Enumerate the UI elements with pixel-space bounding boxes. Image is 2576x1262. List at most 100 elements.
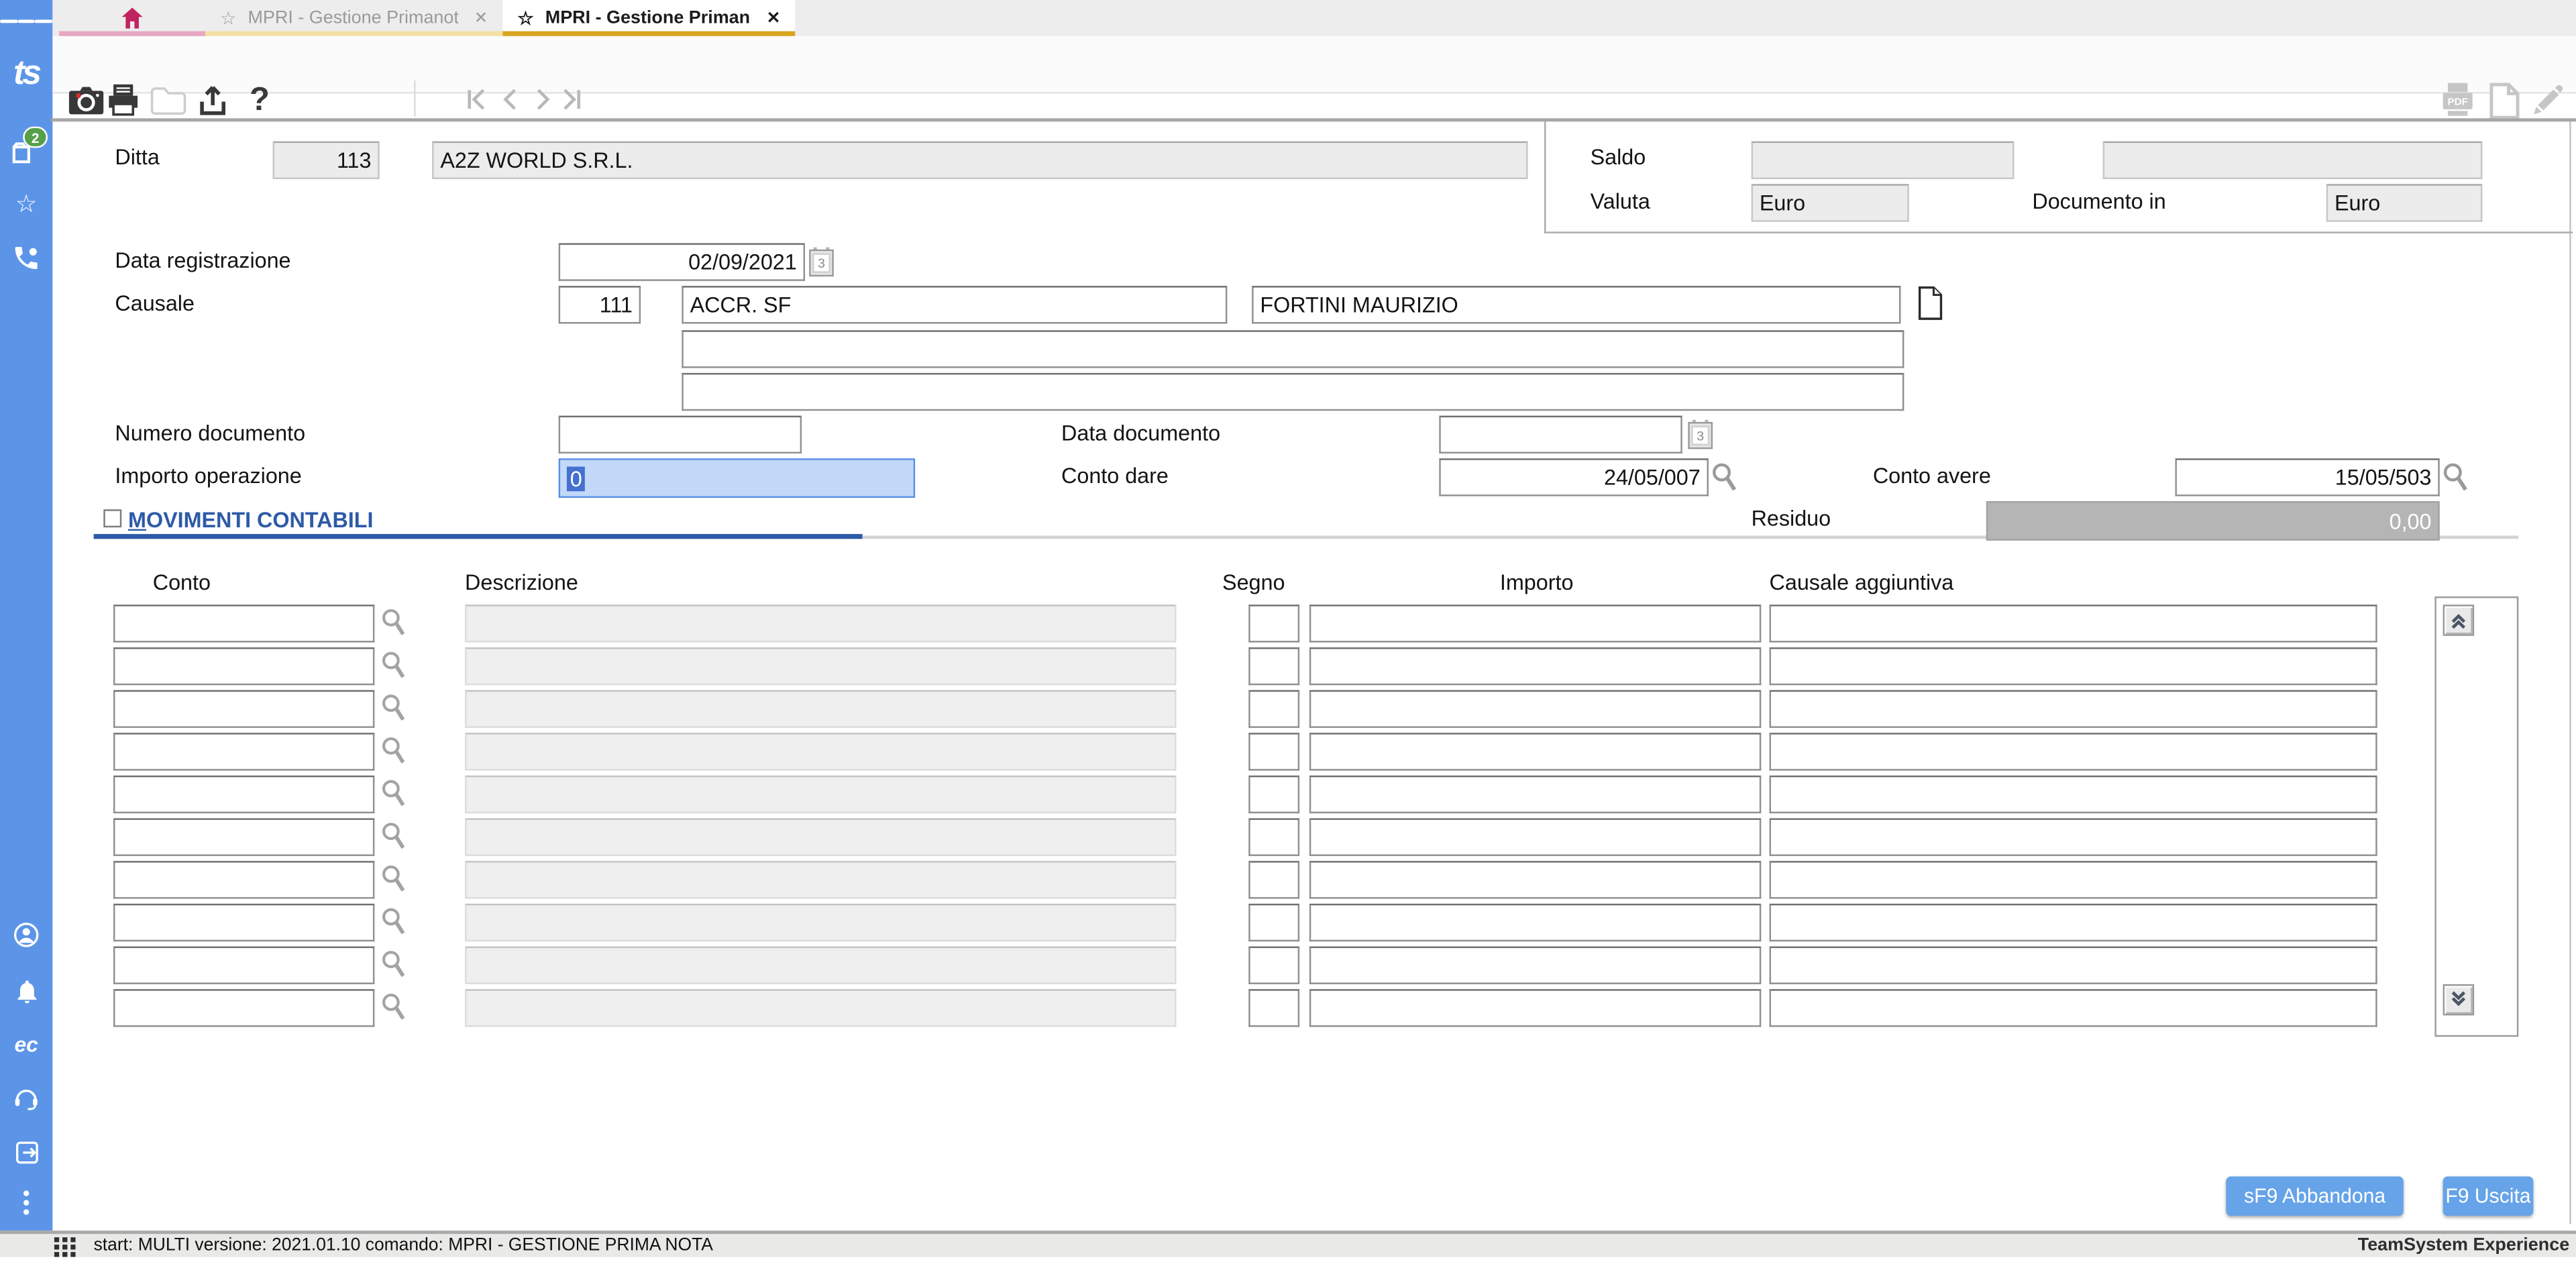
- conto-search-button[interactable]: [380, 950, 408, 990]
- conto-avere-field[interactable]: 15/05/503: [2175, 458, 2439, 496]
- importo-cell-field[interactable]: [1309, 989, 1761, 1027]
- conto-dare-search-button[interactable]: [1710, 462, 1738, 503]
- importo-cell-field[interactable]: [1309, 861, 1761, 898]
- importo-cell-field[interactable]: [1309, 947, 1761, 984]
- causale-aggiuntiva-cell-field[interactable]: [1770, 819, 2377, 856]
- sidebar-item-logout[interactable]: [0, 1137, 52, 1167]
- conto-cell-field[interactable]: [113, 733, 374, 770]
- causale-aggiuntiva-cell-field[interactable]: [1770, 733, 2377, 770]
- importo-cell-field[interactable]: [1309, 690, 1761, 728]
- scroll-up-button[interactable]: [2443, 604, 2475, 636]
- conto-dare-field[interactable]: 24/05/007: [1439, 458, 1709, 496]
- conto-search-button[interactable]: [380, 608, 408, 647]
- nav-next-button[interactable]: [527, 84, 557, 113]
- help-button[interactable]: ?: [240, 81, 280, 120]
- data-registrazione-calendar-button[interactable]: 3: [808, 246, 835, 286]
- sidebar-item-support[interactable]: [0, 1083, 52, 1112]
- causale-aggiuntiva-cell-field[interactable]: [1770, 989, 2377, 1027]
- causale-notes-button[interactable]: [1917, 286, 1943, 329]
- print-button[interactable]: [103, 81, 143, 120]
- conto-search-button[interactable]: [380, 651, 408, 690]
- importo-cell-field[interactable]: [1309, 904, 1761, 941]
- nav-last-button[interactable]: [557, 84, 586, 113]
- segno-cell-field[interactable]: [1248, 904, 1299, 941]
- causale-name-field[interactable]: FORTINI MAURIZIO: [1252, 286, 1900, 323]
- causale-code-field[interactable]: 111: [559, 286, 641, 323]
- new-document-button[interactable]: [2484, 81, 2524, 120]
- conto-search-button[interactable]: [380, 736, 408, 776]
- segno-cell-field[interactable]: [1248, 733, 1299, 770]
- menu-hamburger-icon[interactable]: [0, 16, 52, 27]
- causale-aggiuntiva-cell-field[interactable]: [1770, 904, 2377, 941]
- importo-operazione-field[interactable]: 0: [559, 458, 915, 498]
- segno-cell-field[interactable]: [1248, 861, 1299, 898]
- conto-search-button[interactable]: [380, 779, 408, 819]
- tab-label[interactable]: MPRI - Gestione Primanota: [545, 8, 750, 28]
- conto-search-button[interactable]: [380, 907, 408, 947]
- conto-cell-field[interactable]: [113, 604, 374, 642]
- star-icon[interactable]: ☆: [517, 7, 533, 29]
- movimenti-checkbox[interactable]: [103, 509, 121, 527]
- tab-movimenti-contabili[interactable]: MOVIMENTI CONTABILI: [128, 508, 373, 533]
- causale-aggiuntiva-cell-field[interactable]: [1770, 861, 2377, 898]
- numero-documento-field[interactable]: [559, 416, 802, 454]
- segno-cell-field[interactable]: [1248, 989, 1299, 1027]
- data-documento-calendar-button[interactable]: 3: [1687, 419, 1713, 458]
- sidebar-item-favorites[interactable]: ☆: [0, 191, 52, 217]
- data-documento-field[interactable]: [1439, 416, 1682, 454]
- conto-cell-field[interactable]: [113, 819, 374, 856]
- conto-avere-search-button[interactable]: [2441, 462, 2469, 503]
- conto-cell-field[interactable]: [113, 989, 374, 1027]
- causale-aggiuntiva-cell-field[interactable]: [1770, 690, 2377, 728]
- scroll-down-button[interactable]: [2443, 984, 2475, 1016]
- importo-cell-field[interactable]: [1309, 819, 1761, 856]
- start-menu-button[interactable]: [54, 1237, 76, 1262]
- segno-cell-field[interactable]: [1248, 604, 1299, 642]
- importo-cell-field[interactable]: [1309, 647, 1761, 685]
- causale-aggiuntiva-cell-field[interactable]: [1770, 947, 2377, 984]
- uscita-button[interactable]: F9 Uscita: [2443, 1176, 2534, 1216]
- sidebar-item-documents[interactable]: 2: [0, 138, 52, 168]
- conto-cell-field[interactable]: [113, 776, 374, 813]
- conto-cell-field[interactable]: [113, 904, 374, 941]
- nav-first-button[interactable]: [460, 84, 490, 113]
- data-registrazione-field[interactable]: 02/09/2021: [559, 243, 805, 280]
- causale-extra-field-2[interactable]: [682, 373, 1904, 411]
- sidebar-item-ec[interactable]: ec: [0, 1031, 52, 1057]
- conto-cell-field[interactable]: [113, 690, 374, 728]
- importo-cell-field[interactable]: [1309, 604, 1761, 642]
- pdf-print-button[interactable]: PDF: [2438, 81, 2477, 120]
- grid-scrollbar[interactable]: [2434, 596, 2518, 1037]
- sidebar-item-phone[interactable]: [0, 243, 52, 272]
- conto-cell-field[interactable]: [113, 647, 374, 685]
- export-button[interactable]: [193, 81, 232, 120]
- conto-search-button[interactable]: [380, 821, 408, 861]
- nav-prev-button[interactable]: [494, 84, 524, 113]
- abbandona-button[interactable]: sF9 Abbandona: [2226, 1176, 2403, 1216]
- star-icon[interactable]: ☆: [220, 7, 236, 29]
- sidebar-item-more[interactable]: [0, 1190, 52, 1216]
- conto-search-button[interactable]: [380, 992, 408, 1032]
- edit-button[interactable]: [2527, 81, 2567, 120]
- conto-cell-field[interactable]: [113, 947, 374, 984]
- segno-cell-field[interactable]: [1248, 776, 1299, 813]
- segno-cell-field[interactable]: [1248, 947, 1299, 984]
- conto-cell-field[interactable]: [113, 861, 374, 898]
- segno-cell-field[interactable]: [1248, 647, 1299, 685]
- causale-aggiuntiva-cell-field[interactable]: [1770, 776, 2377, 813]
- open-button[interactable]: [148, 81, 187, 120]
- segno-cell-field[interactable]: [1248, 690, 1299, 728]
- conto-search-button[interactable]: [380, 693, 408, 733]
- conto-search-button[interactable]: [380, 864, 408, 904]
- segno-cell-field[interactable]: [1248, 819, 1299, 856]
- causale-desc-field[interactable]: ACCR. SF: [682, 286, 1227, 323]
- tab-label[interactable]: MPRI - Gestione Primanota: [248, 8, 458, 28]
- causale-aggiuntiva-cell-field[interactable]: [1770, 647, 2377, 685]
- importo-cell-field[interactable]: [1309, 733, 1761, 770]
- importo-cell-field[interactable]: [1309, 776, 1761, 813]
- causale-aggiuntiva-cell-field[interactable]: [1770, 604, 2377, 642]
- causale-extra-field-1[interactable]: [682, 330, 1904, 368]
- close-icon[interactable]: ✕: [474, 9, 488, 27]
- screenshot-button[interactable]: [66, 81, 105, 120]
- close-icon[interactable]: ✕: [767, 9, 781, 27]
